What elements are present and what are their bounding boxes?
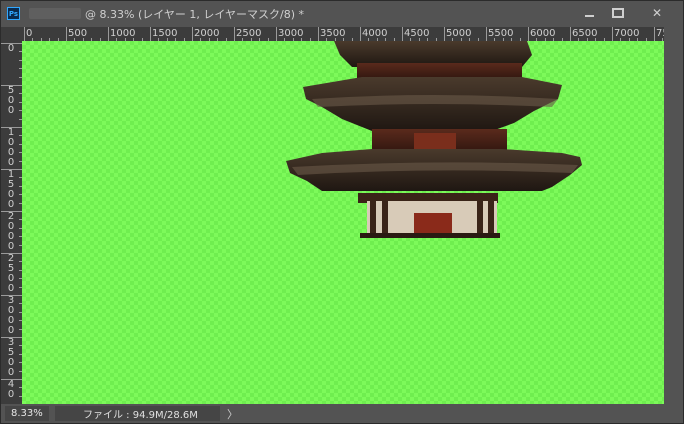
- zoom-level-field[interactable]: 8.33%: [5, 406, 49, 421]
- ruler-origin[interactable]: [1, 27, 22, 41]
- ruler-top-label: 4000: [362, 28, 388, 39]
- ruler-left-tick: [1, 379, 22, 380]
- minimize-button[interactable]: [574, 2, 604, 24]
- ruler-top-tick: [234, 27, 235, 41]
- ruler-top-label: 3500: [320, 28, 346, 39]
- ruler-left-tick: [1, 295, 22, 296]
- ruler-top-tick: [276, 27, 277, 41]
- ruler-top-tick: [24, 27, 25, 41]
- ruler-left-label: 1000: [7, 127, 15, 168]
- ruler-left-tick: [1, 127, 22, 128]
- vertical-scrollbar[interactable]: [664, 27, 683, 404]
- ruler-top-label: 500: [68, 28, 88, 39]
- ruler-left-tick: [1, 337, 22, 338]
- ruler-top-tick: [486, 27, 487, 41]
- ruler-left-tick: [1, 85, 22, 86]
- ruler-top-label: 6000: [530, 28, 556, 39]
- horizontal-ruler[interactable]: 0 500 1000 1500 2000 2500 3000 3500 4000 4500 5000…: [22, 27, 664, 41]
- pillar: [477, 201, 483, 235]
- ruler-left-label: 1500: [7, 169, 15, 210]
- ruler-top-tick: [318, 27, 319, 41]
- ruler-top-tick: [570, 27, 571, 41]
- ruler-top-label: 2500: [236, 28, 262, 39]
- ruler-top-tick: [654, 27, 655, 41]
- vertical-ruler[interactable]: 0 500 1000 1500 2000 2500 3000 3500 40: [1, 41, 22, 404]
- ruler-top-label: 1500: [152, 28, 178, 39]
- close-icon: ✕: [651, 6, 663, 20]
- ruler-top-label: 4500: [404, 28, 430, 39]
- ruler-top-tick: [402, 27, 403, 41]
- ruler-top-label: 5000: [446, 28, 472, 39]
- redacted-filename: [29, 8, 81, 19]
- ruler-top-label: 6500: [572, 28, 598, 39]
- ruler-left-label: 40: [7, 379, 15, 400]
- ruler-top-tick: [108, 27, 109, 41]
- ruler-top-tick: [528, 27, 529, 41]
- pagoda-image: [286, 41, 582, 238]
- maximize-button[interactable]: [603, 2, 633, 24]
- ruler-top-tick: [444, 27, 445, 41]
- ruler-left-label: 3000: [7, 295, 15, 336]
- pillar: [488, 201, 494, 235]
- pillar: [370, 201, 376, 235]
- document-info: ファイル : 94.9M/28.6M: [55, 406, 220, 421]
- ruler-left-label: 2500: [7, 253, 15, 294]
- minimize-icon: [584, 15, 594, 17]
- status-bar: 8.33% ファイル : 94.9M/28.6M 〉: [1, 404, 683, 423]
- status-menu-arrow-icon[interactable]: 〉: [227, 406, 238, 422]
- ruler-top-tick: [192, 27, 193, 41]
- document-canvas[interactable]: [22, 41, 664, 404]
- ruler-left-tick: [1, 253, 22, 254]
- ruler-top-label: 1000: [110, 28, 136, 39]
- ruler-left-label: 0: [7, 43, 15, 54]
- close-button[interactable]: ✕: [642, 2, 672, 24]
- ruler-top-label: 7000: [614, 28, 640, 39]
- pagoda-main-door: [414, 213, 452, 235]
- ruler-left-label: 500: [7, 85, 15, 116]
- ruler-top-label: 5500: [488, 28, 514, 39]
- photoshop-app-icon: Ps: [7, 7, 20, 20]
- document-title: @ 8.33% (レイヤー 1, レイヤーマスク/8) *: [85, 8, 305, 21]
- ruler-top-label: 2000: [194, 28, 220, 39]
- pillar: [382, 201, 388, 235]
- pagoda-platform: [360, 233, 500, 238]
- ruler-top-tick: [360, 27, 361, 41]
- ruler-left-label: 3500: [7, 337, 15, 378]
- ruler-left-tick: [1, 211, 22, 212]
- ruler-left-tick: [1, 169, 22, 170]
- ruler-top-tick: [66, 27, 67, 41]
- title-bar[interactable]: Ps @ 8.33% (レイヤー 1, レイヤーマスク/8) * ✕: [1, 1, 683, 26]
- ruler-left-label: 2000: [7, 211, 15, 252]
- photoshop-document-window: Ps @ 8.33% (レイヤー 1, レイヤーマスク/8) * ✕ 0 500 1…: [0, 0, 684, 424]
- ruler-left-tick: [1, 43, 22, 44]
- ruler-top-label: 3000: [278, 28, 304, 39]
- ruler-top-tick: [150, 27, 151, 41]
- ruler-top-tick: [612, 27, 613, 41]
- maximize-icon: [612, 8, 624, 18]
